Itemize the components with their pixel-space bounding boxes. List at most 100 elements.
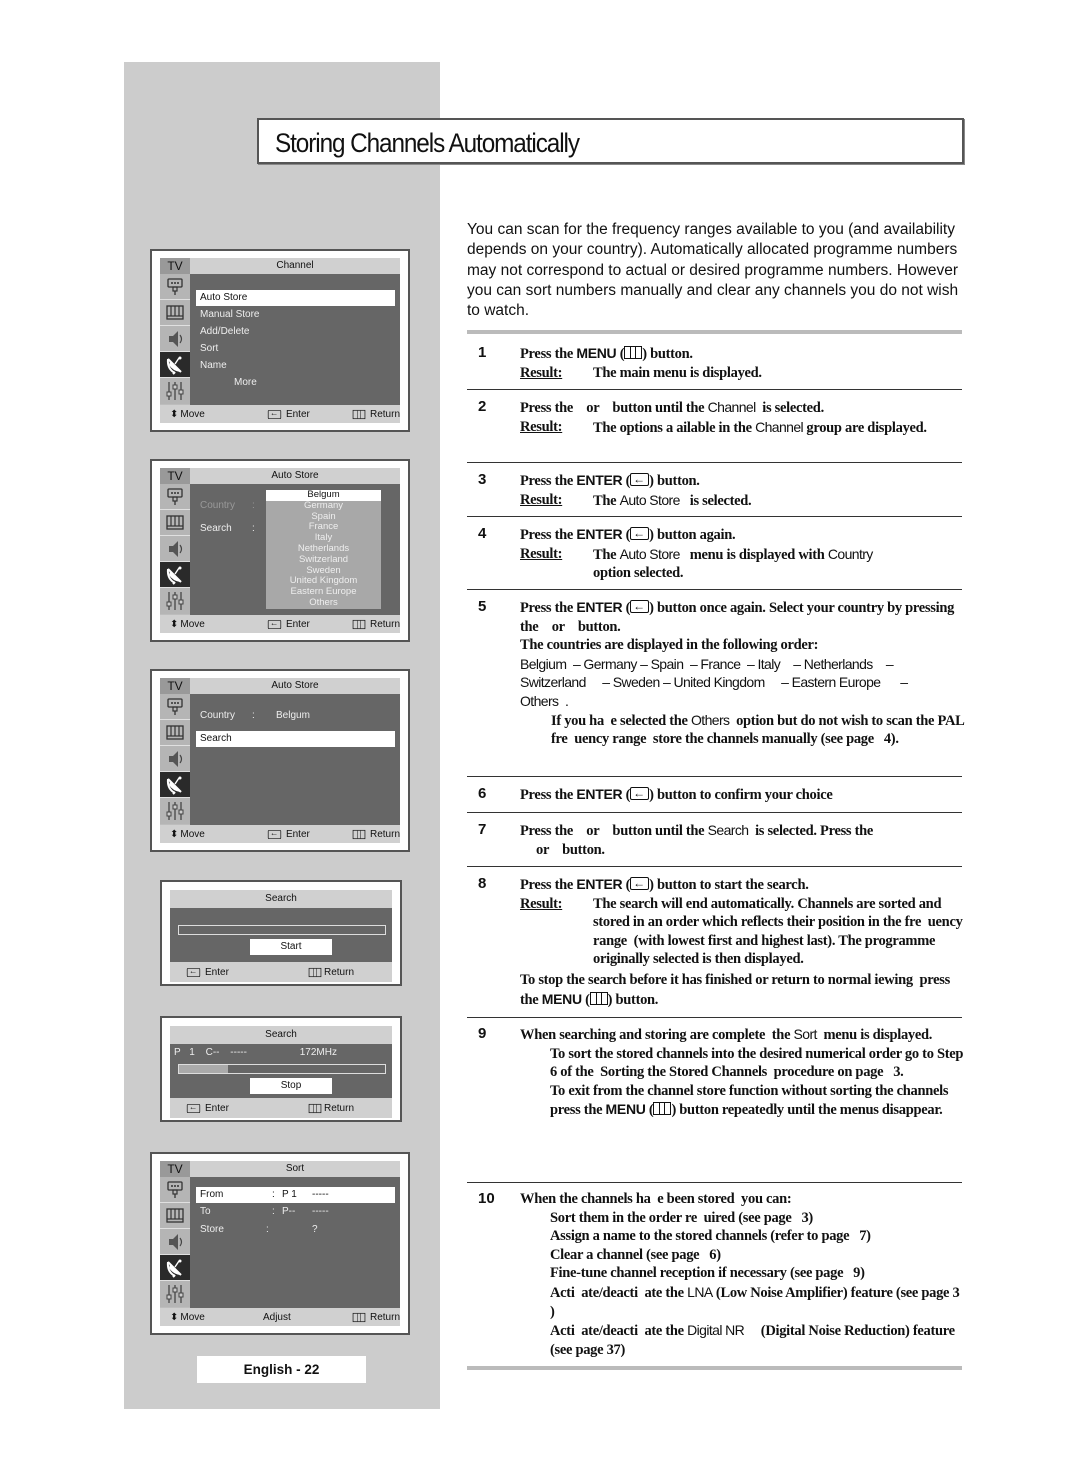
setup-sliders-icon[interactable] bbox=[160, 1281, 190, 1307]
country-option-germany[interactable]: Germany bbox=[266, 500, 381, 512]
step-number: 7 bbox=[478, 821, 487, 838]
enter-key-label: ENTER bbox=[576, 599, 623, 615]
setup-sliders-icon[interactable] bbox=[160, 588, 190, 614]
country-order-line: Switzerland – Sweden – United Kingdom – … bbox=[520, 674, 908, 691]
setup-sliders-icon[interactable] bbox=[160, 798, 190, 824]
programme-number: 1 bbox=[189, 1047, 195, 1058]
option-name: LNA bbox=[687, 1283, 713, 1300]
country-dropdown[interactable]: Belgum Germany Spain France Italy Nether… bbox=[266, 489, 381, 609]
list-item: Acti ate/deacti ate the Digital NR (Digi… bbox=[520, 1321, 968, 1359]
step-number: 5 bbox=[478, 598, 487, 615]
option-name: Channel bbox=[755, 418, 804, 435]
step-number: 3 bbox=[478, 471, 487, 488]
move-hint: Move bbox=[180, 618, 205, 630]
country-value[interactable]: Belgum bbox=[276, 708, 356, 724]
sort-row-store[interactable]: Store : ? bbox=[196, 1222, 395, 1238]
menu-icon bbox=[308, 967, 322, 977]
setup-sliders-icon[interactable] bbox=[160, 378, 190, 404]
menu-item-name[interactable]: Name bbox=[196, 358, 395, 374]
speaker-icon[interactable] bbox=[160, 1229, 190, 1255]
up-down-arrow-icon: ⬍ bbox=[170, 408, 179, 420]
channel-antenna-icon[interactable] bbox=[160, 562, 190, 588]
sort-row-from[interactable]: From : P 1 ----- bbox=[196, 1187, 395, 1203]
result-text: The search will end automatically. Chann… bbox=[593, 895, 966, 968]
note-text: To stop the search before it has finishe… bbox=[520, 971, 954, 1008]
sound-equalizer-icon[interactable] bbox=[160, 510, 190, 536]
result-label: Result: bbox=[520, 364, 563, 381]
channel-antenna-icon[interactable] bbox=[160, 352, 190, 378]
enter-icon bbox=[630, 524, 650, 543]
picture-icon[interactable] bbox=[160, 694, 190, 720]
up-down-arrow-icon: ⬍ bbox=[170, 1311, 179, 1323]
search-separator: : bbox=[252, 523, 255, 534]
tv-label: TV bbox=[160, 1161, 190, 1177]
search-label[interactable]: Search bbox=[196, 521, 256, 537]
return-hint: Return bbox=[324, 1102, 355, 1114]
enter-hint: Enter bbox=[205, 1102, 229, 1114]
divider bbox=[467, 1182, 962, 1183]
menu-icon bbox=[589, 991, 608, 1005]
list-item-text: Acti ate/deacti ate the bbox=[550, 1323, 688, 1340]
menu-key-label: MENU bbox=[576, 345, 617, 361]
osd-search-running: Search P 1 C-- ----- 172MHz Stop Enter R… bbox=[160, 1016, 402, 1122]
note-text: button. bbox=[612, 991, 659, 1008]
page-number: English - 22 bbox=[197, 1356, 366, 1383]
option-name: Digital NR bbox=[687, 1322, 745, 1339]
speaker-icon[interactable] bbox=[160, 326, 190, 352]
osd-title: Auto Store bbox=[190, 678, 400, 694]
osd-title: Search bbox=[170, 890, 392, 908]
return-hint: Return bbox=[369, 408, 400, 420]
picture-icon[interactable] bbox=[160, 484, 190, 510]
speaker-icon[interactable] bbox=[160, 536, 190, 562]
menu-item-more[interactable]: More bbox=[196, 375, 395, 391]
menu-item-add-delete[interactable]: Add/Delete bbox=[196, 324, 395, 340]
tv-label: TV bbox=[160, 468, 190, 484]
divider bbox=[467, 776, 962, 777]
menu-icon bbox=[352, 829, 366, 839]
step-text: menu is displayed. bbox=[816, 1027, 933, 1043]
country-option-others[interactable]: Others bbox=[266, 597, 381, 609]
osd-title: Sort bbox=[190, 1161, 400, 1177]
stop-button[interactable]: Stop bbox=[250, 1078, 332, 1094]
return-hint: Return bbox=[369, 828, 400, 840]
channel-antenna-icon[interactable] bbox=[160, 1255, 190, 1281]
picture-icon[interactable] bbox=[160, 1177, 190, 1203]
step-text: button again. bbox=[653, 527, 736, 543]
channel-antenna-icon[interactable] bbox=[160, 772, 190, 798]
result-text: The main menu is displayed. bbox=[593, 364, 762, 381]
country-label[interactable]: Country bbox=[196, 708, 256, 724]
start-button[interactable]: Start bbox=[250, 939, 332, 955]
osd-footer: ⬍Move Enter Return bbox=[160, 825, 400, 843]
search-item[interactable]: Search bbox=[196, 731, 395, 747]
menu-item-sort[interactable]: Sort bbox=[196, 341, 395, 357]
divider bbox=[467, 866, 962, 867]
step-number: 6 bbox=[478, 785, 487, 802]
move-hint: Move bbox=[180, 1311, 205, 1323]
divider-top bbox=[467, 330, 962, 334]
list-item: Assign a name to the stored channels (re… bbox=[550, 1228, 871, 1245]
menu-item-manual-store[interactable]: Manual Store bbox=[196, 307, 395, 323]
divider bbox=[467, 389, 962, 390]
osd-title: Channel bbox=[190, 258, 400, 274]
note-text: If you ha e selected the bbox=[551, 712, 691, 729]
osd-sidebar bbox=[160, 484, 190, 615]
step-text: Press the bbox=[520, 346, 577, 362]
osd-channel-menu: TV Channel Auto Store Manual Store Add/D… bbox=[150, 249, 410, 432]
menu-item-auto-store[interactable]: Auto Store bbox=[196, 290, 395, 306]
step-number: 2 bbox=[478, 398, 487, 415]
sort-row-label: Store bbox=[200, 1224, 224, 1235]
sound-equalizer-icon[interactable] bbox=[160, 720, 190, 746]
sound-equalizer-icon[interactable] bbox=[160, 1203, 190, 1229]
step-text: Press the bbox=[520, 787, 577, 803]
speaker-icon[interactable] bbox=[160, 746, 190, 772]
menu-icon bbox=[624, 346, 643, 359]
osd-footer: ⬍Move Enter Return bbox=[160, 405, 400, 423]
picture-icon[interactable] bbox=[160, 274, 190, 300]
country-label[interactable]: Country bbox=[196, 498, 256, 514]
sound-equalizer-icon[interactable] bbox=[160, 300, 190, 326]
up-down-arrow-icon: ⬍ bbox=[170, 828, 179, 840]
note-text: To sort the stored channels into the des… bbox=[550, 1045, 967, 1081]
country-option-switzerland[interactable]: Switzerland bbox=[266, 554, 381, 566]
sort-row-to[interactable]: To : P-- ----- bbox=[196, 1204, 395, 1220]
sort-row-extra: ----- bbox=[312, 1189, 329, 1200]
